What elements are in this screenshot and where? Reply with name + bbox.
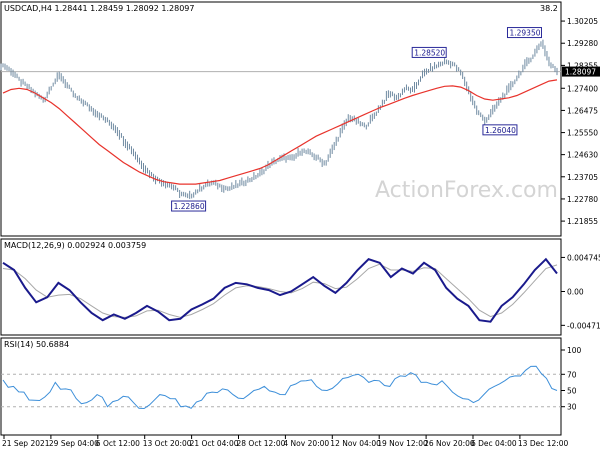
rsi-ytick-label: 70 bbox=[567, 370, 577, 379]
x-tick-label: 12 Nov 04:00 bbox=[330, 439, 381, 448]
x-tick-label: 26 Nov 20:00 bbox=[424, 439, 475, 448]
price-annotation-label: 1.28520 bbox=[414, 48, 445, 57]
rsi-ytick-label: 100 bbox=[567, 346, 582, 355]
price-annotation-label: 1.22860 bbox=[174, 202, 205, 211]
price-ytick-label: 1.22780 bbox=[567, 195, 598, 204]
macd-panel-title: MACD(12,26,9) 0.002924 0.003759 bbox=[4, 241, 146, 250]
rsi-panel-title: RSI(14) 50.6884 bbox=[4, 340, 69, 349]
rsi-panel-frame bbox=[0, 337, 562, 436]
price-ytick-label: 1.23705 bbox=[567, 173, 598, 182]
macd-ytick-label: 0.004745 bbox=[567, 253, 600, 262]
x-tick-label: 29 Sep 04:00 bbox=[49, 439, 99, 448]
price-ytick-label: 1.26475 bbox=[567, 106, 598, 115]
price-annotation-label: 1.26040 bbox=[485, 126, 516, 135]
macd-ytick-label: 0.00 bbox=[567, 288, 584, 297]
price-annotation-label: 1.29350 bbox=[509, 29, 540, 38]
x-tick-label: 13 Oct 20:00 bbox=[143, 439, 192, 448]
chart-svg: ActionForex.com USDCAD,H4 1.28441 1.2845… bbox=[0, 1, 600, 448]
x-tick-label: 28 Oct 12:00 bbox=[237, 439, 286, 448]
rsi-ytick-label: 50 bbox=[567, 387, 577, 396]
x-tick-label: 21 Oct 04:00 bbox=[190, 439, 239, 448]
macd-ytick-label: -0.004712 bbox=[567, 321, 600, 330]
price-corner-label: 38.2 bbox=[540, 4, 558, 13]
price-ytick-label: 1.21855 bbox=[567, 217, 598, 226]
watermark-text: ActionForex.com bbox=[375, 178, 558, 203]
price-ytick-label: 1.29280 bbox=[567, 39, 598, 48]
x-tick-label: 6 Dec 04:00 bbox=[471, 439, 517, 448]
x-tick-label: 21 Sep 2021 bbox=[2, 439, 50, 448]
x-tick-label: 19 Nov 12:00 bbox=[377, 439, 428, 448]
price-ytick-label: 1.25550 bbox=[567, 129, 598, 138]
x-tick-label: 13 Dec 12:00 bbox=[518, 439, 569, 448]
macd-panel-frame bbox=[0, 238, 562, 336]
x-tick-label: 6 Oct 12:00 bbox=[96, 439, 140, 448]
current-price-label: 1.28097 bbox=[565, 68, 596, 77]
price-ytick-label: 1.24630 bbox=[567, 151, 598, 160]
rsi-ytick-label: 30 bbox=[567, 403, 577, 412]
price-ytick-label: 1.27400 bbox=[567, 84, 598, 93]
price-panel-title: USDCAD,H4 1.28441 1.28459 1.28092 1.2809… bbox=[4, 4, 194, 13]
x-tick-label: 4 Nov 20:00 bbox=[283, 439, 329, 448]
price-ytick-label: 1.30205 bbox=[567, 17, 598, 26]
